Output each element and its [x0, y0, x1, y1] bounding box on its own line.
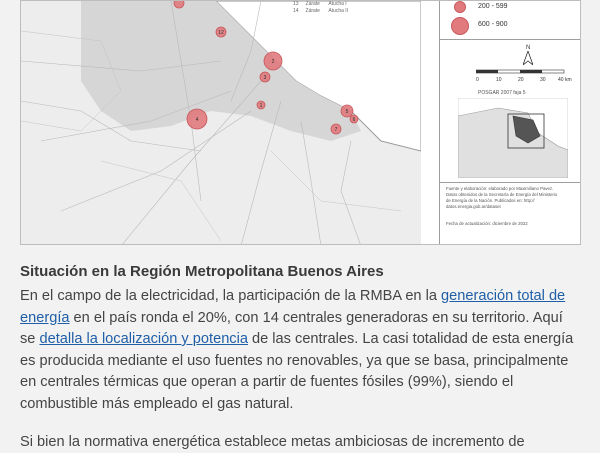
section-heading: Situación en la Región Metropolitana Bue…	[20, 263, 384, 280]
scale-label: 10	[496, 77, 502, 83]
plant-label: 12	[218, 30, 224, 36]
credits-line: Fuente y elaboración: elaborado por Maxi…	[446, 186, 554, 191]
credits-line: Datos obtenidos de la Secretaría de Ener…	[446, 192, 558, 197]
plant-label: 3	[264, 75, 267, 81]
projection-caption: POSGAR 2007 faja 5	[478, 90, 526, 96]
legend-table-row: 14 Zárate Atucha II	[293, 8, 349, 14]
north-arrow-icon	[523, 51, 533, 65]
scale-label: 30	[540, 77, 546, 83]
scale-bar	[476, 69, 565, 74]
location-power-link[interactable]: detalla la localización y potencia	[39, 331, 248, 347]
plant-label: 5	[346, 109, 349, 115]
plant-label: 7	[335, 127, 338, 133]
scale-label: 0	[476, 77, 479, 83]
legend-range-label: 600 - 900	[478, 21, 508, 28]
plant-marker	[173, 1, 185, 9]
credits-line: de Energía de la Nación. Publicados en: …	[446, 198, 535, 203]
article-paragraph: En el campo de la electricidad, la parti…	[20, 286, 580, 415]
scale-label: 40 km	[558, 77, 572, 83]
next-paragraph-cut: Si bien la normativa energética establec…	[20, 434, 525, 450]
scale-label: 20	[518, 77, 524, 83]
legend-table-row: 13 Zárate Atucha I	[293, 1, 347, 7]
article-section: Situación en la Región Metropolitana Bue…	[20, 262, 580, 415]
credits-line: datos.energia.gob.ar/dataset	[446, 204, 501, 209]
paragraph-text: En el campo de la electricidad, la parti…	[20, 288, 442, 304]
map-figure: 12 2 3 1 4 5 6 7 13 Zárate Atucha I 14 Z…	[20, 0, 581, 245]
legend-dot-small	[454, 1, 466, 13]
inset-map	[458, 98, 568, 178]
legend-dot-large	[451, 17, 469, 35]
plant-label: 6	[353, 117, 356, 123]
plant-label: 2	[272, 59, 275, 65]
plant-label: 4	[196, 117, 199, 123]
legend-panel: 13 Zárate Atucha I 14 Zárate Atucha II 2…	[293, 1, 580, 244]
legend-range-label: 200 - 599	[478, 3, 508, 10]
credits-date: Fecha de actualización: diciembre de 202…	[446, 221, 528, 226]
plant-label: 1	[260, 103, 263, 109]
metropolitan-map: 12 2 3 1 4 5 6 7	[21, 1, 421, 244]
